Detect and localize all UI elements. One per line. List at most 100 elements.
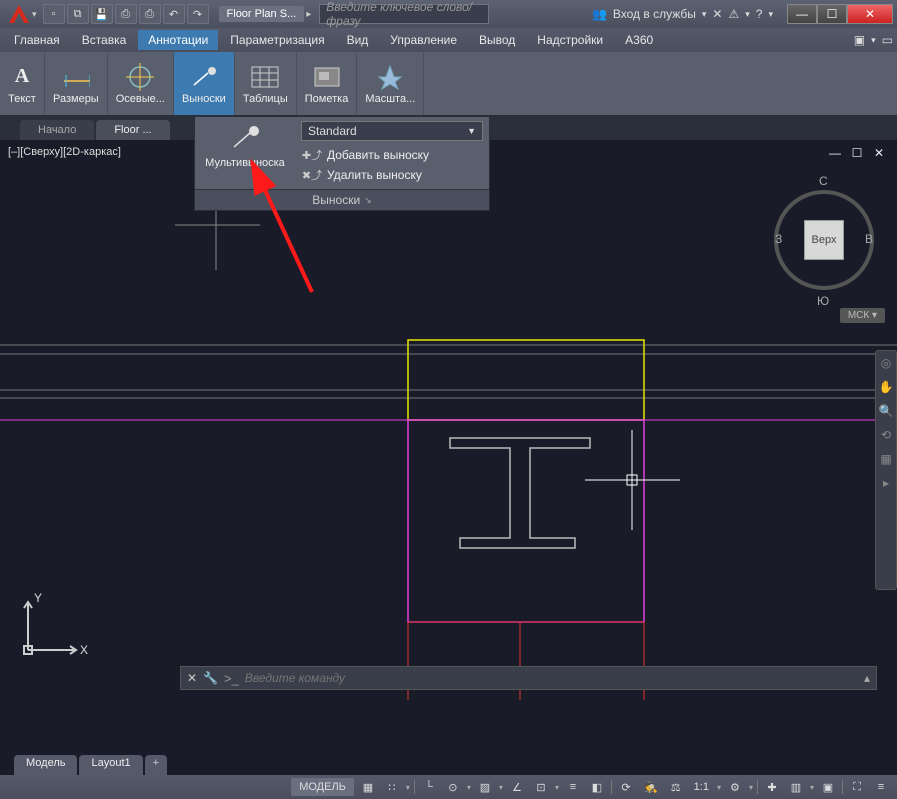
title-dropdown-icon[interactable]: ▸ <box>306 9 311 20</box>
new-icon[interactable]: ▫ <box>43 4 65 24</box>
sb-transparency-icon[interactable]: ◧ <box>587 778 607 796</box>
dimensions-icon <box>62 63 90 91</box>
canvas[interactable] <box>0 140 897 720</box>
ribbon-dimensions[interactable]: Размеры <box>45 52 108 115</box>
ribbon-scale[interactable]: Масшта... <box>357 52 424 115</box>
tables-icon <box>251 63 279 91</box>
sb-custom-icon[interactable]: ≡ <box>871 778 891 796</box>
signin-icon[interactable]: 👥 <box>592 7 607 21</box>
command-input[interactable] <box>245 671 858 685</box>
layout-tab-model[interactable]: Модель <box>14 755 77 775</box>
undo-icon[interactable]: ↶ <box>163 4 185 24</box>
ribbon-leaders[interactable]: Выноски <box>174 52 235 115</box>
menu-annotations[interactable]: Аннотации <box>138 30 218 50</box>
open-icon[interactable]: ⧉ <box>67 4 89 24</box>
menu-home[interactable]: Главная <box>4 30 70 50</box>
leaders-dropdown: Мультивыноска Standard ▼ ✚⤴ Добавить вын… <box>194 116 490 211</box>
leader-style-dropdown[interactable]: Standard ▼ <box>301 121 483 141</box>
menu-addins[interactable]: Надстройки <box>527 30 613 50</box>
signin-link[interactable]: Вход в службы <box>613 7 696 21</box>
nav-collapse-icon[interactable]: ▸ <box>878 475 894 491</box>
sb-ortho-icon[interactable]: └ <box>419 778 439 796</box>
command-line[interactable]: ✕ 🔧 >_ ▴ <box>180 666 877 690</box>
menu-parametric[interactable]: Параметризация <box>220 30 334 50</box>
sb-annomon-icon[interactable]: 🕵 <box>640 778 662 796</box>
cmdline-close-icon[interactable]: ✕ <box>187 671 197 685</box>
menu-a360[interactable]: A360 <box>615 30 663 50</box>
text-icon: A <box>8 63 36 91</box>
markup-icon <box>313 63 341 91</box>
cmdline-tool-icon[interactable]: 🔧 <box>203 671 218 685</box>
sb-3dosnap-icon[interactable]: ⊡ <box>531 778 551 796</box>
menu-manage[interactable]: Управление <box>380 30 467 50</box>
file-tab-floorplan[interactable]: Floor ... <box>96 120 169 140</box>
sb-snap-icon[interactable]: ∷ <box>382 778 402 796</box>
save-icon[interactable]: 💾 <box>91 4 113 24</box>
a360-icon[interactable]: ⚠ <box>728 7 739 21</box>
cmdline-prompt-icon: >_ <box>224 671 239 686</box>
nav-showmotion-icon[interactable]: ▦ <box>878 451 894 467</box>
sb-polar-icon[interactable]: ⊙ <box>443 778 463 796</box>
sb-ui-icon[interactable]: ▥ <box>786 778 806 796</box>
menu-output[interactable]: Вывод <box>469 30 525 50</box>
print-icon[interactable]: ⎙ <box>139 4 161 24</box>
saveas-icon[interactable]: ⎙ <box>115 4 137 24</box>
sb-annoscale-icon[interactable]: ⚖ <box>666 778 686 796</box>
app-logo <box>4 2 34 26</box>
sb-scale-label[interactable]: 1:1 <box>690 778 713 796</box>
sb-lwt-icon[interactable]: ≡ <box>563 778 583 796</box>
redo-icon[interactable]: ↷ <box>187 4 209 24</box>
sb-isodraft-icon[interactable]: ▨ <box>475 778 495 796</box>
help-icon[interactable]: ? <box>756 7 763 21</box>
ribbon-markup[interactable]: Пометка <box>297 52 358 115</box>
ribbon-tables[interactable]: Таблицы <box>235 52 297 115</box>
sb-hardware-icon[interactable]: ▣ <box>818 778 838 796</box>
close-button[interactable]: ✕ <box>847 4 893 24</box>
exchange-icon[interactable]: ✕ <box>712 7 722 21</box>
centerlines-icon <box>126 63 154 91</box>
collapse-ribbon-icon[interactable]: ▭ <box>882 33 893 47</box>
minimize-button[interactable]: — <box>787 4 817 24</box>
sb-cleanscreen-icon[interactable]: ⛶ <box>847 778 867 796</box>
remove-leader-icon: ✖⤴ <box>303 168 321 182</box>
layout-tab-add[interactable]: + <box>145 755 167 775</box>
sb-cycling-icon[interactable]: ⟳ <box>616 778 636 796</box>
sb-osnap-icon[interactable]: ∠ <box>507 778 527 796</box>
ribbon-text[interactable]: A Текст <box>0 52 45 115</box>
file-tab-start[interactable]: Начало <box>20 120 94 140</box>
nav-zoom-icon[interactable]: 🔍 <box>878 403 894 419</box>
ribbon-centerlines[interactable]: Осевые... <box>108 52 174 115</box>
ucs-icon[interactable]: X Y <box>18 590 88 660</box>
cmdline-expand-icon[interactable]: ▴ <box>864 671 870 685</box>
layout-tab-layout1[interactable]: Layout1 <box>79 755 142 775</box>
sb-gear-icon[interactable]: ⚙ <box>725 778 745 796</box>
leaders-panel-label: Выноски <box>312 193 360 207</box>
nav-wheel-icon[interactable]: ◎ <box>878 355 894 371</box>
ribbon: A Текст Размеры Осевые... Выноски Таблиц… <box>0 52 897 116</box>
maximize-button[interactable]: ☐ <box>817 4 847 24</box>
remove-leader-label: Удалить выноску <box>327 168 422 182</box>
sb-grid-icon[interactable]: ▦ <box>358 778 378 796</box>
sb-model-button[interactable]: МОДЕЛЬ <box>291 778 354 796</box>
navigation-bar: ◎ ✋ 🔍 ⟲ ▦ ▸ <box>875 350 897 590</box>
menubar: Главная Вставка Аннотации Параметризация… <box>0 28 897 52</box>
sb-workspace-icon[interactable]: ✚ <box>762 778 782 796</box>
leaders-icon <box>190 63 218 91</box>
drawing-area[interactable]: [–][Сверху][2D-каркас] — ☐ ✕ Верх С Ю В … <box>0 140 897 720</box>
menu-insert[interactable]: Вставка <box>72 30 137 50</box>
remove-leader-button[interactable]: ✖⤴ Удалить выноску <box>301 165 483 185</box>
featured-apps-icon[interactable]: ▣ <box>854 33 865 47</box>
leaders-panel-expander[interactable]: Выноски ↘ <box>195 189 489 210</box>
titlebar: ▾ ▫ ⧉ 💾 ⎙ ⎙ ↶ ↷ Floor Plan S... ▸ Введит… <box>0 0 897 28</box>
nav-orbit-icon[interactable]: ⟲ <box>878 427 894 443</box>
nav-pan-icon[interactable]: ✋ <box>878 379 894 395</box>
add-leader-button[interactable]: ✚⤴ Добавить выноску <box>301 145 483 165</box>
multileader-button[interactable]: Мультивыноска <box>195 117 295 189</box>
search-input[interactable]: Введите ключевое слово/фразу <box>319 4 489 24</box>
expand-arrow-icon: ↘ <box>364 195 372 206</box>
layout-tabs: Модель Layout1 + <box>14 755 167 775</box>
svg-text:X: X <box>80 643 88 657</box>
menu-view[interactable]: Вид <box>337 30 379 50</box>
svg-text:Y: Y <box>34 591 42 605</box>
quick-access-toolbar: ▫ ⧉ 💾 ⎙ ⎙ ↶ ↷ <box>43 4 209 24</box>
